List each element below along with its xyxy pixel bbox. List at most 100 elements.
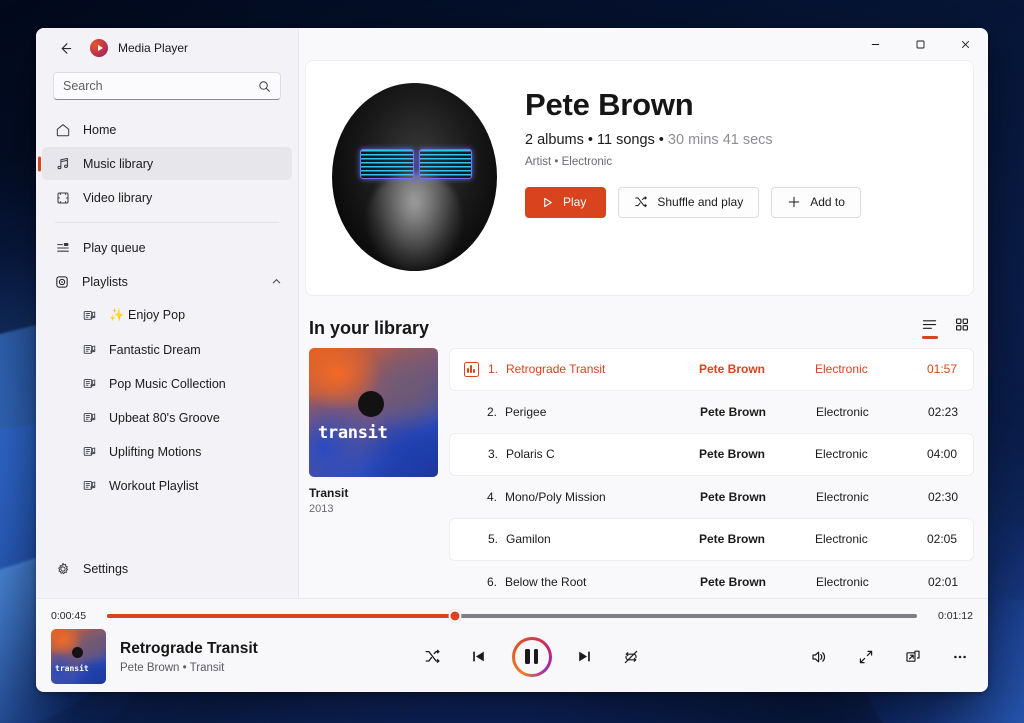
sidebar-item-video-library[interactable]: Video library: [42, 181, 292, 214]
table-row[interactable]: 1. Retrograde Transit Pete Brown Electro…: [449, 348, 974, 391]
search-box[interactable]: [53, 72, 281, 100]
list-view-underline: [921, 336, 938, 339]
track-list: 1. Retrograde Transit Pete Brown Electro…: [449, 348, 974, 598]
track-number: 6.: [486, 574, 497, 589]
track-artist: Pete Brown: [699, 447, 766, 462]
add-to-button[interactable]: Add to: [771, 186, 861, 218]
artist-avatar: [332, 83, 497, 271]
seek-thumb[interactable]: [448, 609, 462, 623]
list-view-toggle[interactable]: [921, 317, 938, 339]
title-bar-left: Media Player: [36, 28, 298, 68]
maximize-button[interactable]: [898, 28, 943, 60]
track-number: 5.: [487, 532, 498, 547]
table-row[interactable]: 6. Below the Root Pete Brown Electronic …: [449, 561, 974, 599]
avatar-lens-left: [360, 148, 414, 179]
play-button[interactable]: Play: [525, 186, 607, 218]
main-scroll-area[interactable]: Pete Brown 2 albums • 11 songs • 30 mins…: [299, 28, 988, 598]
next-track-button[interactable]: [572, 644, 598, 670]
sidebar-item-settings[interactable]: Settings: [42, 552, 292, 585]
sidebar-playlist-pop-music-collection[interactable]: Pop Music Collection: [42, 367, 292, 400]
player-controls-row: transit Retrograde Transit Pete Brown • …: [36, 625, 988, 692]
now-playing-art[interactable]: transit: [51, 629, 106, 684]
album-card[interactable]: transit Transit 2013: [305, 348, 438, 598]
artist-info: Pete Brown 2 albums • 11 songs • 30 mins…: [525, 83, 861, 218]
sidebar-playlist-fantastic-dream[interactable]: Fantastic Dream: [42, 333, 292, 366]
library-body: transit Transit 2013 1. Retrograde Trans…: [305, 348, 974, 598]
next-track-icon: [579, 651, 591, 662]
app-title: Media Player: [118, 41, 189, 55]
seek-row: 0:00:45 0:01:12: [36, 599, 988, 625]
sidebar-playlist-upbeat-80s-groove[interactable]: Upbeat 80's Groove: [42, 401, 292, 434]
table-row[interactable]: 4. Mono/Poly Mission Pete Brown Electron…: [449, 476, 974, 519]
list-view-icon: [922, 320, 937, 329]
playlist-circle-icon: [54, 274, 70, 290]
shuffle-and-play-button[interactable]: Shuffle and play: [618, 186, 760, 218]
chevron-up-icon[interactable]: [271, 276, 282, 287]
more-options-icon: [954, 655, 966, 658]
sidebar-playlist-workout-playlist[interactable]: Workout Playlist: [42, 469, 292, 502]
seek-slider[interactable]: [107, 609, 917, 623]
minimize-button[interactable]: [853, 28, 898, 60]
close-button[interactable]: [943, 28, 988, 60]
stats-sep-2: •: [654, 131, 668, 148]
mini-player-icon: [906, 650, 920, 662]
sidebar-item-label: Settings: [83, 561, 129, 576]
sidebar-item-label: Home: [83, 122, 117, 137]
remaining-time: 0:01:12: [937, 610, 973, 622]
stats-sep-1: •: [583, 131, 597, 148]
view-toggle-group: [921, 317, 970, 339]
sidebar-playlist-uplifting-motions[interactable]: Uplifting Motions: [42, 435, 292, 468]
track-artist: Pete Brown: [700, 489, 767, 504]
album-art[interactable]: transit: [309, 348, 438, 477]
main-content: Pete Brown 2 albums • 11 songs • 30 mins…: [299, 28, 988, 598]
previous-track-button[interactable]: [466, 644, 492, 670]
track-title: Gamilon: [506, 532, 551, 547]
grid-view-underline: [954, 336, 970, 339]
track-duration: 04:00: [926, 447, 957, 462]
now-art-word: transit: [55, 664, 89, 673]
shuffle-button[interactable]: [420, 644, 446, 670]
avatar-led-glasses: [360, 148, 473, 179]
sidebar-item-music-library[interactable]: Music library: [42, 147, 292, 180]
equalizer-icon: [463, 361, 479, 377]
playlist-icon: [82, 376, 98, 391]
transport-controls: [420, 636, 644, 677]
artist-hero-card: Pete Brown 2 albums • 11 songs • 30 mins…: [305, 60, 974, 296]
table-row[interactable]: 2. Perigee Pete Brown Electronic 02:23: [449, 391, 974, 434]
now-playing-subtitle: Pete Brown • Transit: [120, 661, 225, 674]
track-number: 3.: [487, 447, 498, 462]
play-pause-button[interactable]: [511, 636, 552, 677]
sidebar-item-label: Music library: [83, 156, 154, 171]
volume-button[interactable]: [806, 644, 832, 670]
repeat-off-icon: [624, 650, 638, 663]
track-genre: Electronic: [815, 362, 868, 377]
track-artist: Pete Brown: [699, 532, 766, 547]
search-container: [36, 68, 298, 110]
search-input[interactable]: [63, 79, 252, 93]
more-options-button[interactable]: [947, 644, 973, 670]
queue-icon: [54, 240, 71, 256]
fullscreen-button[interactable]: [853, 644, 879, 670]
back-button[interactable]: [50, 34, 80, 62]
sidebar-divider: [55, 222, 279, 223]
stats-songs: 11 songs: [596, 131, 655, 148]
plus-icon: [788, 196, 800, 208]
sidebar-playlist-enjoy-pop[interactable]: ✨ Enjoy Pop: [42, 299, 292, 332]
sidebar-item-home[interactable]: Home: [42, 113, 292, 146]
album-year: 2013: [309, 503, 334, 515]
sidebar-item-play-queue[interactable]: Play queue: [42, 231, 292, 264]
library-heading: In your library: [309, 317, 430, 338]
table-row[interactable]: 5. Gamilon Pete Brown Electronic 02:05: [449, 518, 974, 561]
grid-view-toggle[interactable]: [954, 317, 970, 339]
fullscreen-icon: [859, 650, 873, 663]
search-icon[interactable]: [258, 80, 271, 93]
gear-icon: [54, 561, 71, 577]
sidebar-group-playlists[interactable]: Playlists: [42, 265, 292, 298]
mini-player-button[interactable]: [900, 644, 926, 670]
page-title: Pete Brown: [525, 87, 694, 122]
album-art-dot: [358, 390, 385, 417]
track-genre: Electronic: [816, 574, 869, 589]
table-row[interactable]: 3. Polaris C Pete Brown Electronic 04:00: [449, 433, 974, 476]
repeat-button[interactable]: [618, 644, 644, 670]
